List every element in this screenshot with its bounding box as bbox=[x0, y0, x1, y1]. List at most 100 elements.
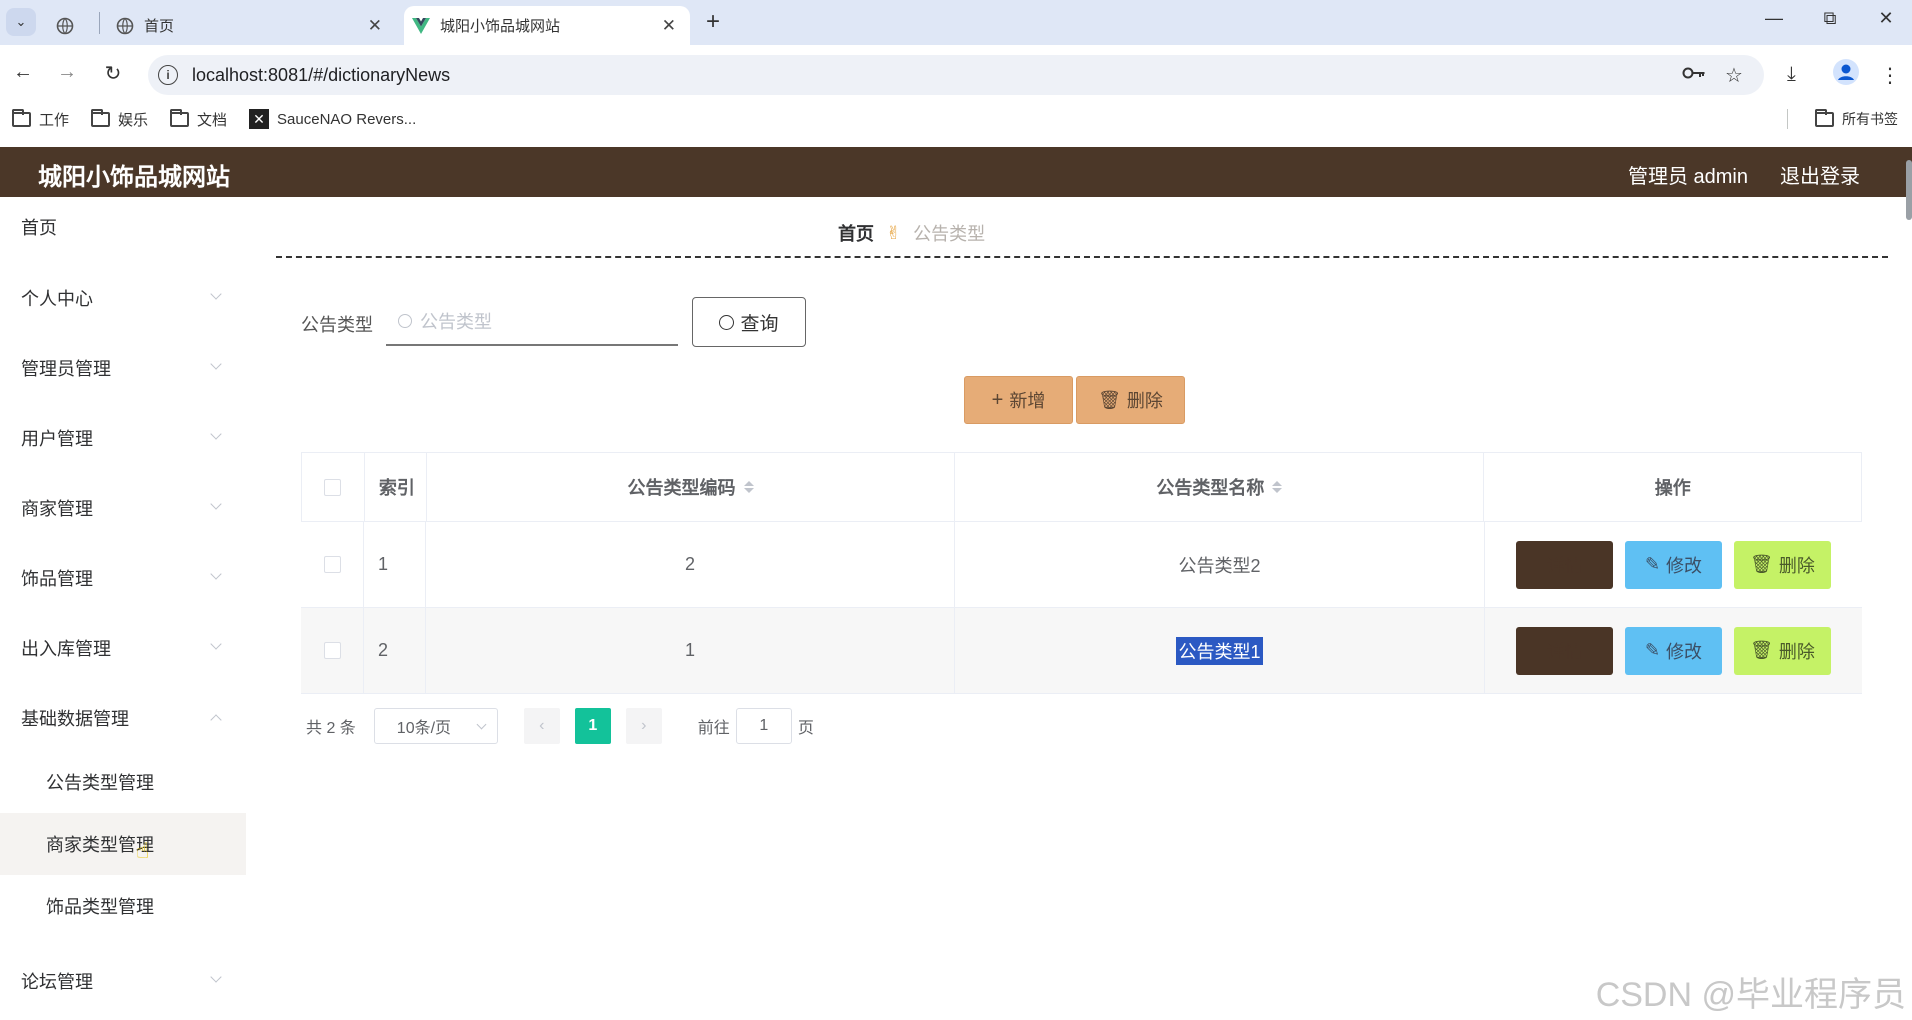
delete-button[interactable]: 🗑 删除 bbox=[1734, 540, 1831, 589]
chevron-down-icon bbox=[210, 428, 222, 440]
sidebar-item-merchants[interactable]: 商家管理 bbox=[0, 480, 246, 536]
detail-button[interactable]: 详情 bbox=[1516, 540, 1613, 589]
tab-separator bbox=[99, 12, 100, 34]
sidebar-item-label: 出入库管理 bbox=[21, 639, 111, 659]
address-bar[interactable]: i localhost:8081/#/dictionaryNews bbox=[148, 55, 1764, 95]
select-all-checkbox[interactable] bbox=[324, 478, 342, 496]
pencil-icon: ✎ bbox=[1644, 554, 1661, 574]
goto-page-input[interactable]: 1 bbox=[735, 708, 792, 744]
logout-link[interactable]: 退出登录 bbox=[1780, 160, 1860, 189]
cell-name: 公告类型1 bbox=[955, 608, 1485, 693]
tab-home[interactable]: 首页 ✕ bbox=[108, 6, 396, 45]
page-number-active[interactable]: 1 bbox=[574, 708, 611, 744]
cell-actions: 详情 ✎ 修改 🗑 删除 bbox=[1485, 608, 1862, 693]
sidebar-item-label: 用户管理 bbox=[21, 429, 93, 449]
chevron-down-icon bbox=[476, 719, 487, 730]
minimize-icon[interactable]: — bbox=[1754, 8, 1794, 29]
browser-tab-bar: ⌄ 首页 ✕ 城阳小饰品城网站 ✕ + — ⧉ ✕ bbox=[0, 0, 1912, 45]
globe-icon bbox=[56, 17, 74, 35]
close-tab-icon[interactable]: ✕ bbox=[662, 16, 676, 36]
sidebar-item-label: 论坛管理 bbox=[21, 972, 93, 992]
sidebar-subitem-notice-types[interactable]: 公告类型管理 bbox=[0, 751, 246, 813]
table-row: 2 1 公告类型1 详情 ✎ 修改 🗑 删除 bbox=[301, 608, 1862, 694]
sidebar-item-home[interactable]: 首页 bbox=[0, 199, 246, 255]
trash-icon: 🗑 bbox=[1098, 389, 1121, 410]
bookmark-folder-work[interactable]: 工作 bbox=[12, 108, 69, 130]
trash-icon: 🗑 bbox=[1750, 554, 1773, 574]
tab-search-button[interactable]: ⌄ bbox=[6, 8, 36, 36]
chevron-down-icon bbox=[210, 288, 222, 300]
next-page-button[interactable]: › bbox=[625, 708, 662, 744]
browser-toolbar: ← → ↻ i localhost:8081/#/dictionaryNews … bbox=[0, 45, 1912, 151]
folder-icon bbox=[1815, 108, 1834, 127]
chevron-down-icon: ⌄ bbox=[15, 14, 27, 29]
search-input[interactable]: 公告类型 bbox=[386, 298, 678, 346]
bookmark-saucenao[interactable]: ✕ SauceNAO Revers... bbox=[249, 109, 416, 129]
search-placeholder: 公告类型 bbox=[420, 312, 492, 332]
sidebar-subitem-merchant-types[interactable]: 商家类型管理 bbox=[0, 813, 246, 875]
table-row: 1 2 公告类型2 详情 ✎ 修改 🗑 删除 bbox=[301, 522, 1862, 608]
edit-label: 修改 bbox=[1666, 641, 1703, 662]
delete-label: 删除 bbox=[1778, 641, 1815, 662]
page-size-select[interactable]: 10条/页 bbox=[373, 708, 498, 744]
all-bookmarks-button[interactable]: 所有书签 bbox=[1815, 103, 1898, 135]
sidebar-item-profile[interactable]: 个人中心 bbox=[0, 270, 246, 326]
header-code-label: 公告类型编码 bbox=[627, 478, 736, 498]
bookmark-folder-entertainment[interactable]: 娱乐 bbox=[91, 108, 148, 130]
chevron-down-icon bbox=[210, 498, 222, 510]
row-checkbox[interactable] bbox=[323, 556, 341, 573]
watermark: CSDN @毕业程序员 bbox=[1595, 976, 1906, 1014]
more-menu-icon[interactable]: ⋮ bbox=[1880, 63, 1900, 88]
sidebar-item-accessories[interactable]: 饰品管理 bbox=[0, 550, 246, 606]
page-scrollbar[interactable] bbox=[1906, 160, 1912, 220]
batch-delete-label: 删除 bbox=[1126, 391, 1163, 411]
add-button[interactable]: + 新增 bbox=[964, 376, 1073, 424]
site-info-icon[interactable]: i bbox=[158, 65, 178, 85]
sidebar-item-users[interactable]: 用户管理 bbox=[0, 410, 246, 466]
header-actions: 操作 bbox=[1654, 478, 1691, 498]
profile-avatar-icon[interactable] bbox=[1833, 59, 1859, 91]
add-button-label: 新增 bbox=[1009, 391, 1046, 411]
restore-icon[interactable]: ⧉ bbox=[1810, 8, 1850, 29]
pinned-tab[interactable] bbox=[56, 6, 86, 45]
back-icon[interactable]: ← bbox=[8, 61, 38, 84]
window-close-icon[interactable]: ✕ bbox=[1866, 8, 1906, 29]
current-user: 管理员 admin bbox=[1627, 166, 1748, 188]
download-icon[interactable]: ⤓ bbox=[1787, 63, 1796, 86]
reload-icon[interactable]: ↻ bbox=[98, 61, 128, 86]
forward-icon[interactable]: → bbox=[52, 61, 82, 84]
header-code[interactable]: 公告类型编码 bbox=[427, 453, 956, 521]
row-checkbox[interactable] bbox=[323, 642, 341, 659]
sidebar-item-basic-data[interactable]: 基础数据管理 bbox=[0, 690, 246, 746]
sidebar-item-label: 基础数据管理 bbox=[21, 709, 129, 729]
tab-active[interactable]: 城阳小饰品城网站 ✕ bbox=[404, 6, 690, 45]
close-tab-icon[interactable]: ✕ bbox=[368, 16, 382, 36]
detail-button[interactable]: 详情 bbox=[1516, 626, 1613, 675]
bookmark-star-icon[interactable]: ☆ bbox=[1725, 63, 1743, 88]
edit-button[interactable]: ✎ 修改 bbox=[1625, 626, 1722, 675]
search-icon bbox=[719, 314, 735, 330]
chevron-down-icon bbox=[210, 358, 222, 370]
divider bbox=[276, 256, 1888, 258]
bookmark-folder-docs[interactable]: 文档 bbox=[170, 108, 227, 130]
all-bookmarks-label: 所有书签 bbox=[1842, 111, 1898, 127]
prev-page-button[interactable]: ‹ bbox=[523, 708, 560, 744]
breadcrumb-home[interactable]: 首页 bbox=[838, 220, 874, 246]
bookmarks-separator bbox=[1787, 109, 1788, 129]
sidebar-item-admins[interactable]: 管理员管理 bbox=[0, 340, 246, 396]
password-key-icon[interactable] bbox=[1682, 63, 1706, 86]
new-tab-button[interactable]: + bbox=[706, 8, 720, 36]
search-button[interactable]: 查询 bbox=[692, 297, 806, 347]
sort-icon[interactable] bbox=[743, 481, 754, 493]
sidebar: 首页 个人中心 管理员管理 用户管理 商家管理 饰品管理 出入库管理 基础数据管… bbox=[0, 197, 246, 1020]
sort-icon[interactable] bbox=[1272, 481, 1283, 493]
sidebar-item-inventory[interactable]: 出入库管理 bbox=[0, 620, 246, 676]
delete-button[interactable]: 🗑 删除 bbox=[1734, 626, 1831, 675]
sidebar-subitem-accessory-types[interactable]: 饰品类型管理 bbox=[0, 875, 246, 937]
batch-delete-button[interactable]: 🗑 删除 bbox=[1076, 376, 1185, 424]
bookmark-label: SauceNAO Revers... bbox=[277, 110, 417, 128]
edit-button[interactable]: ✎ 修改 bbox=[1625, 540, 1722, 589]
vue-logo-icon bbox=[412, 17, 430, 35]
header-name[interactable]: 公告类型名称 bbox=[955, 453, 1485, 521]
sidebar-item-forum[interactable]: 论坛管理 bbox=[0, 953, 246, 1009]
